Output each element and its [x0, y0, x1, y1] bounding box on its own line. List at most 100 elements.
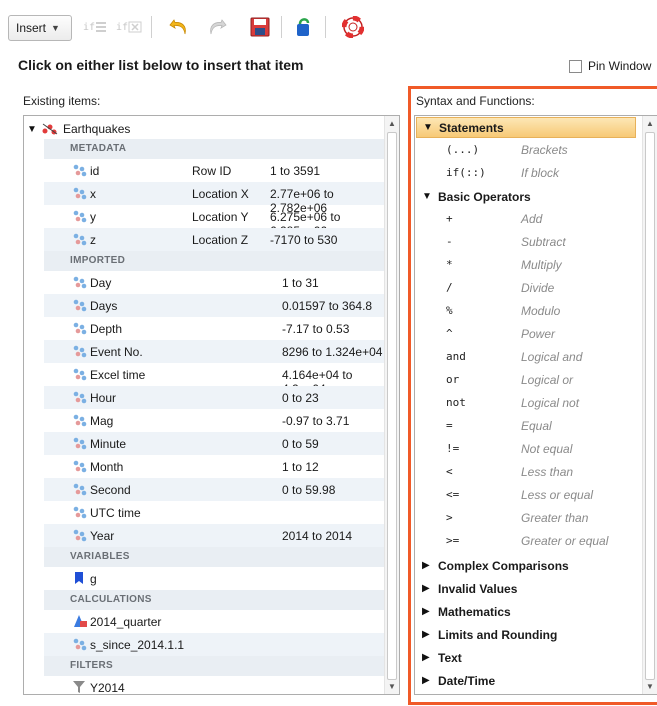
item-syntax: ^ — [446, 327, 453, 340]
list-item[interactable]: <= Less or equal — [415, 484, 635, 507]
existing-items-list[interactable]: ▼ Earthquakes METADATA id Row ID 1 to 35… — [23, 115, 400, 695]
insert-if-icon[interactable]: if — [82, 14, 108, 40]
item-syntax: if(::) — [446, 166, 486, 179]
item-syntax: / — [446, 281, 453, 294]
table-row[interactable]: 2014_quarter — [44, 610, 386, 633]
collapsed-triangle-icon[interactable]: ▶ — [422, 606, 432, 617]
scroll-up-icon[interactable]: ▲ — [388, 119, 396, 128]
row-range: 1 to 12 — [282, 460, 319, 474]
column-icon — [72, 186, 88, 203]
list-item[interactable]: - Subtract — [415, 231, 635, 254]
item-description: Less or equal — [521, 488, 594, 502]
row-name: Second — [90, 483, 131, 497]
list-item[interactable]: + Add — [415, 208, 635, 231]
item-syntax: and — [446, 350, 466, 363]
table-row[interactable]: x Location X 2.77e+06 to 2.782e+06 — [44, 182, 386, 215]
table-row[interactable]: Year 2014 to 2014 — [44, 524, 386, 547]
collapsed-triangle-icon[interactable]: ▶ — [422, 675, 432, 686]
table-row[interactable]: Excel time4.164e+04 to 4.2e+04 — [44, 363, 386, 396]
table-row[interactable]: Depth -7.17 to 0.53 — [44, 317, 386, 340]
list-item[interactable]: not Logical not — [415, 392, 635, 415]
checkbox-box[interactable] — [569, 59, 582, 73]
item-syntax: - — [446, 235, 453, 248]
category-mathematics[interactable]: ▶ Mathematics — [416, 601, 636, 622]
table-row[interactable]: Minute 0 to 59 — [44, 432, 386, 455]
pin-window-checkbox[interactable]: Pin Window — [569, 59, 651, 73]
scroll-thumb[interactable] — [645, 132, 655, 680]
item-syntax: >= — [446, 534, 460, 547]
tree-root-earthquakes[interactable]: ▼ Earthquakes — [27, 119, 130, 139]
table-row[interactable]: Day 1 to 31 — [44, 271, 386, 294]
help-lifebuoy-icon[interactable] — [341, 14, 365, 40]
list-item[interactable]: >= Greater or equal — [415, 530, 635, 553]
category-invalid-values[interactable]: ▶ Invalid Values — [416, 578, 636, 599]
list-item[interactable]: * Multiply — [415, 254, 635, 277]
collapsed-triangle-icon[interactable]: ▶ — [422, 652, 432, 663]
expanded-triangle-icon[interactable]: ▼ — [27, 124, 37, 135]
row-range: 0 to 59.98 — [282, 483, 336, 497]
row-range: 0 to 23 — [282, 391, 319, 405]
table-row[interactable]: z Location Z -7170 to 530 — [44, 228, 386, 251]
row-range: -0.97 to 3.71 — [282, 414, 350, 428]
table-row[interactable]: g — [44, 567, 386, 590]
table-row[interactable]: Month 1 to 12 — [44, 455, 386, 478]
left-scrollbar[interactable]: ▲ ▼ — [384, 116, 399, 694]
list-item[interactable]: (...) Brackets — [415, 139, 635, 162]
row-meta: Location X — [192, 187, 249, 201]
category-text[interactable]: ▶ Text — [416, 647, 636, 668]
list-item[interactable]: % Modulo — [415, 300, 635, 323]
list-item[interactable]: = Equal — [415, 415, 635, 438]
table-row[interactable]: s_since_2014.1.1 — [44, 633, 386, 656]
toolbar: Insert ▼ if if — [0, 0, 657, 46]
table-row[interactable]: Event No. 8296 to 1.324e+04 — [44, 340, 386, 363]
category-statements[interactable]: ▼ Statements — [416, 117, 636, 138]
item-syntax: not — [446, 396, 466, 409]
table-row[interactable]: Hour 0 to 23 — [44, 386, 386, 409]
existing-items-label: Existing items: — [23, 94, 101, 108]
section-variables: VARIABLES — [44, 547, 386, 567]
collapsed-triangle-icon[interactable]: ▶ — [422, 629, 432, 640]
redo-icon[interactable] — [205, 14, 229, 40]
right-scrollbar[interactable]: ▲ ▼ — [642, 116, 657, 694]
table-row[interactable]: Days 0.01597 to 364.8 — [44, 294, 386, 317]
insert-dropdown-button[interactable]: Insert ▼ — [8, 15, 72, 41]
export-icon[interactable] — [291, 14, 315, 40]
scroll-down-icon[interactable]: ▼ — [646, 682, 654, 691]
table-row[interactable]: id Row ID 1 to 3591 — [44, 159, 386, 182]
expanded-triangle-icon[interactable]: ▼ — [422, 191, 432, 202]
list-item[interactable]: > Greater than — [415, 507, 635, 530]
scroll-down-icon[interactable]: ▼ — [388, 682, 396, 691]
table-row[interactable]: Mag -0.97 to 3.71 — [44, 409, 386, 432]
list-item[interactable]: ^ Power — [415, 323, 635, 346]
category-label: Mathematics — [438, 604, 511, 619]
item-description: Add — [521, 212, 543, 226]
category-complex-comparisons[interactable]: ▶ Complex Comparisons — [416, 555, 636, 576]
category-basic-operators[interactable]: ▼ Basic Operators — [416, 186, 636, 207]
syntax-functions-list[interactable]: ▼ Statements (...) Brackets if(::) If bloc… — [414, 115, 657, 695]
table-row[interactable]: UTC time — [44, 501, 386, 524]
item-syntax: * — [446, 258, 453, 271]
table-row[interactable]: Second 0 to 59.98 — [44, 478, 386, 501]
list-item[interactable]: / Divide — [415, 277, 635, 300]
list-item[interactable]: < Less than — [415, 461, 635, 484]
list-item[interactable]: if(::) If block — [415, 162, 635, 185]
column-icon — [72, 344, 88, 361]
category-limits-rounding[interactable]: ▶ Limits and Rounding — [416, 624, 636, 645]
expanded-triangle-icon[interactable]: ▼ — [423, 122, 433, 133]
collapsed-triangle-icon[interactable]: ▶ — [422, 583, 432, 594]
row-range: 2014 to 2014 — [282, 529, 353, 543]
table-row[interactable]: Y2014 — [44, 676, 386, 694]
scroll-thumb[interactable] — [387, 132, 397, 680]
list-item[interactable]: != Not equal — [415, 438, 635, 461]
pin-window-label: Pin Window — [588, 59, 652, 73]
remove-if-icon[interactable]: if — [114, 14, 144, 40]
save-icon[interactable] — [248, 14, 272, 40]
collapsed-triangle-icon[interactable]: ▶ — [422, 560, 432, 571]
list-item[interactable]: and Logical and — [415, 346, 635, 369]
undo-icon[interactable] — [167, 14, 191, 40]
category-date-time[interactable]: ▶ Date/Time — [416, 670, 636, 691]
list-item[interactable]: or Logical or — [415, 369, 635, 392]
row-range: -7170 to 530 — [270, 233, 338, 247]
table-row[interactable]: y Location Y 6.275e+06 to 6.285e+06 — [44, 205, 386, 238]
scroll-up-icon[interactable]: ▲ — [646, 119, 654, 128]
